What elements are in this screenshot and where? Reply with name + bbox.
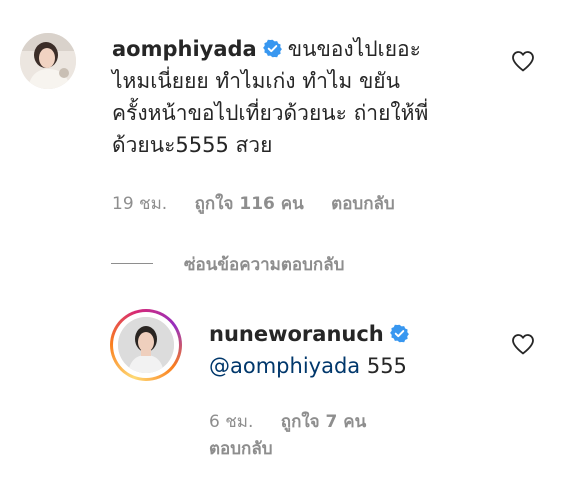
reply-header: nuneworanuch: [209, 318, 509, 350]
reply-body: nuneworanuch @aomphiyada 555: [209, 318, 509, 382]
like-heart-icon[interactable]: [511, 333, 535, 355]
comment-body: aomphiyada ขนของไปเยอะ ไหมเนี่ยยย ทำไมเก…: [112, 33, 512, 161]
avatar-photo: [118, 317, 174, 373]
reply-avatar-story-ring[interactable]: [110, 309, 182, 381]
comment-reply-button[interactable]: ตอบกลับ: [331, 194, 395, 214]
reply-time: 6 ชม.: [209, 412, 254, 432]
comment-text-line-3: ครั้งหน้าขอไปเที่ยวด้วยนะ ถ่ายให้พี่: [112, 101, 429, 125]
comment-text-line-1: ขนของไปเยอะ: [287, 37, 421, 61]
reply-likes-count[interactable]: ถูกใจ 7 คน: [281, 412, 367, 432]
verified-badge-icon: [389, 324, 409, 343]
comment-likes-count[interactable]: ถูกใจ 116 คน: [195, 194, 304, 214]
reply-meta: 6 ชม. ถูกใจ 7 คน: [209, 408, 388, 435]
comment-text-line-4: ด้วยนะ5555 สวย: [112, 133, 273, 157]
avatar-photo: [20, 33, 76, 89]
comment-text-line-2: ไหมเนี่ยยย ทำไมเก่ง ทำไม ขยัน: [112, 69, 400, 93]
comment-time: 19 ชม.: [112, 194, 168, 214]
reply-text: 555: [360, 354, 407, 378]
verified-badge-icon: [262, 39, 282, 58]
hide-replies-button[interactable]: ซ่อนข้อความตอบกลับ: [184, 251, 344, 278]
reply-reply-button[interactable]: ตอบกลับ: [209, 439, 273, 459]
reply-mention-link[interactable]: @aomphiyada: [209, 354, 360, 378]
comment-line-1: aomphiyada ขนของไปเยอะ: [112, 33, 512, 65]
reply-text-line: @aomphiyada 555: [209, 350, 509, 382]
reply-avatar: [118, 317, 174, 373]
reply-username[interactable]: nuneworanuch: [209, 322, 384, 346]
commenter-username[interactable]: aomphiyada: [112, 37, 257, 61]
comment-meta: 19 ชม. ถูกใจ 116 คน ตอบกลับ: [112, 190, 417, 217]
like-heart-icon[interactable]: [511, 50, 535, 72]
commenter-avatar[interactable]: [20, 33, 76, 89]
replies-divider-line: [111, 263, 153, 264]
reply-meta-second-line: ตอบกลับ: [209, 435, 295, 462]
